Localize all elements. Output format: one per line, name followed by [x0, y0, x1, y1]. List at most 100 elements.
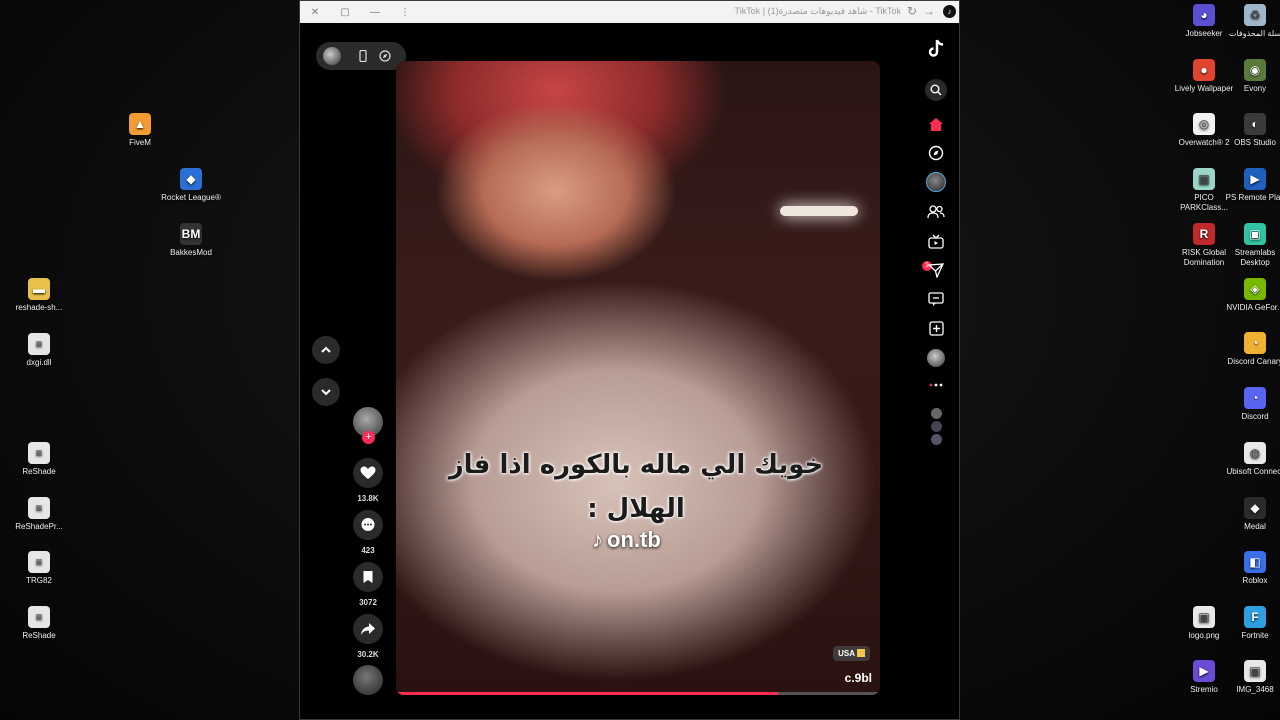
- recycle-bin-icon: ♻: [1244, 4, 1266, 26]
- comment-action[interactable]: 423: [353, 510, 383, 555]
- desktop-shortcut-label: Rocket League®: [161, 193, 221, 202]
- tiktok-logo-icon[interactable]: [926, 39, 946, 59]
- desktop-shortcut-label: NVIDIA GeFor...: [1226, 303, 1280, 312]
- forward-arrow-icon[interactable]: →: [923, 4, 935, 18]
- chevron-down-icon: [321, 389, 331, 396]
- desktop-shortcut[interactable]: ◐ OBS Studio: [1224, 113, 1280, 148]
- ceiling-light: [780, 206, 858, 216]
- desktop-shortcut[interactable]: ▬ reshade-sh...: [8, 278, 70, 313]
- desktop-shortcut[interactable]: ≡ dxgi.dll: [8, 333, 70, 368]
- fortnite-icon: F: [1244, 606, 1266, 628]
- desktop-shortcut[interactable]: ♻ سلة المحذوفات: [1224, 4, 1280, 39]
- fivem-icon: ▲: [129, 113, 151, 135]
- save-action[interactable]: 3072: [353, 562, 383, 607]
- bookmark-icon: [363, 571, 373, 583]
- desktop-shortcut[interactable]: ◆ Medal: [1224, 497, 1280, 532]
- desktop-shortcut[interactable]: F Fortnite: [1224, 606, 1280, 641]
- desktop-shortcut[interactable]: ▶ PS Remote Play: [1224, 168, 1280, 203]
- desktop-shortcut-label: Streamlabs Desktop: [1234, 248, 1276, 267]
- desktop-shortcut-label: ReShadePr...: [15, 522, 63, 531]
- video-player[interactable]: خويك الي ماله بالكوره اذا فاز الهلال : ♪…: [396, 61, 880, 695]
- pico-park-icon: ▦: [1193, 168, 1215, 190]
- share-action[interactable]: 30.2K: [353, 614, 383, 659]
- previous-video-button[interactable]: [312, 336, 340, 364]
- desktop-shortcut-label: ReShade: [22, 467, 56, 476]
- desktop-shortcut-label: PS Remote Play: [1225, 193, 1280, 202]
- messages-icon[interactable]: [926, 260, 946, 280]
- profile-avatar[interactable]: [926, 348, 946, 368]
- desktop-shortcut[interactable]: ≡ ReShadePr...: [8, 497, 70, 532]
- desktop-shortcut[interactable]: ▣ Streamlabs Desktop: [1224, 223, 1280, 268]
- minimize-button[interactable]: —: [360, 1, 390, 23]
- tiktok-app-icon: ♪: [943, 5, 956, 18]
- avatar[interactable]: [323, 47, 341, 65]
- follow-plus-icon[interactable]: +: [362, 431, 375, 444]
- reload-icon[interactable]: ↻: [907, 4, 917, 18]
- desktop-shortcut-label: Medal: [1244, 522, 1266, 531]
- comment-button[interactable]: [353, 510, 383, 540]
- video-progress-bar[interactable]: [396, 692, 880, 695]
- jobseeker-icon: ◕: [1193, 4, 1215, 26]
- live-icon[interactable]: [926, 231, 946, 251]
- desktop-shortcut[interactable]: ◍ Ubisoft Connect: [1224, 442, 1280, 477]
- desktop-shortcut-label: Ubisoft Connect: [1226, 467, 1280, 476]
- desktop-shortcut[interactable]: ▣ IMG_3468: [1224, 660, 1280, 695]
- desktop-shortcut[interactable]: ≡ ReShade: [8, 442, 70, 477]
- bakkesmod-icon: BM: [180, 223, 202, 245]
- desktop-shortcut-label: TRG82: [26, 576, 52, 585]
- like-button[interactable]: [353, 458, 383, 488]
- tiktok-window: ✕ ▢ — ⋮ TikTok | شاهد فيديوهات متصدرة(1)…: [299, 0, 960, 720]
- desktop-shortcut[interactable]: ◔ Discord: [1224, 387, 1280, 422]
- window-menu-button[interactable]: ⋮: [390, 1, 420, 23]
- obs-icon: ◐: [1244, 113, 1266, 135]
- explore-icon[interactable]: [926, 143, 946, 163]
- desktop-shortcut[interactable]: ◧ Roblox: [1224, 551, 1280, 586]
- compass-icon[interactable]: [377, 48, 393, 64]
- folder-icon: ▬: [28, 278, 50, 300]
- desktop-shortcut-label: Discord: [1241, 412, 1269, 421]
- desktop-shortcut[interactable]: BM BakkesMod: [160, 223, 222, 258]
- save-button[interactable]: [353, 562, 383, 592]
- following-avatars-stack[interactable]: [926, 404, 946, 448]
- lively-wallpaper-icon: ●: [1193, 59, 1215, 81]
- restore-button[interactable]: ▢: [330, 1, 360, 23]
- creator-handle[interactable]: c.9bl: [845, 671, 872, 685]
- chevron-up-icon: [321, 346, 331, 353]
- ubisoft-icon: ◍: [1244, 442, 1266, 464]
- evony-icon: ◉: [1244, 59, 1266, 81]
- home-icon[interactable]: [926, 114, 946, 134]
- desktop-shortcut-label: BakkesMod: [170, 248, 212, 257]
- desktop-shortcut[interactable]: ◈ NVIDIA GeFor...: [1224, 278, 1280, 313]
- desktop-shortcut-label: ReShade: [22, 631, 56, 640]
- desktop-shortcut[interactable]: ≡ TRG82: [8, 551, 70, 586]
- like-action[interactable]: 13.8K: [353, 458, 383, 503]
- inbox-icon[interactable]: [926, 289, 946, 309]
- close-button[interactable]: ✕: [300, 1, 330, 23]
- desktop-shortcut[interactable]: ◉ Evony: [1224, 59, 1280, 94]
- desktop-shortcut[interactable]: ◔ Discord Canary: [1224, 332, 1280, 367]
- friends-icon[interactable]: [926, 202, 946, 222]
- file-icon: ≡: [28, 606, 50, 628]
- desktop-shortcut[interactable]: ▲ FiveM: [109, 113, 171, 148]
- music-disc[interactable]: [353, 665, 383, 695]
- like-count: 13.8K: [357, 494, 379, 503]
- desktop-shortcut-label: Fortnite: [1241, 631, 1269, 640]
- search-button[interactable]: [925, 79, 947, 101]
- share-button[interactable]: [353, 614, 383, 644]
- desktop-shortcut-label: سلة المحذوفات: [1228, 29, 1280, 38]
- comment-count: 423: [361, 546, 375, 555]
- heart-icon: [360, 466, 376, 479]
- phone-icon[interactable]: [355, 48, 371, 64]
- upload-icon[interactable]: [926, 318, 946, 338]
- more-icon[interactable]: [926, 375, 946, 395]
- share-icon: [361, 623, 375, 635]
- following-avatar[interactable]: [926, 172, 946, 192]
- file-icon: ≡: [28, 497, 50, 519]
- desktop-shortcut[interactable]: ◆ Rocket League®: [160, 168, 222, 203]
- window-title: TikTok | شاهد فيديوهات متصدرة(1) - TikTo…: [734, 6, 901, 16]
- desktop-shortcut-label: FiveM: [129, 138, 151, 147]
- desktop-shortcut-label: Discord Canary: [1227, 357, 1280, 366]
- profile-pill[interactable]: [316, 42, 406, 70]
- desktop-shortcut[interactable]: ≡ ReShade: [8, 606, 70, 641]
- next-video-button[interactable]: [312, 378, 340, 406]
